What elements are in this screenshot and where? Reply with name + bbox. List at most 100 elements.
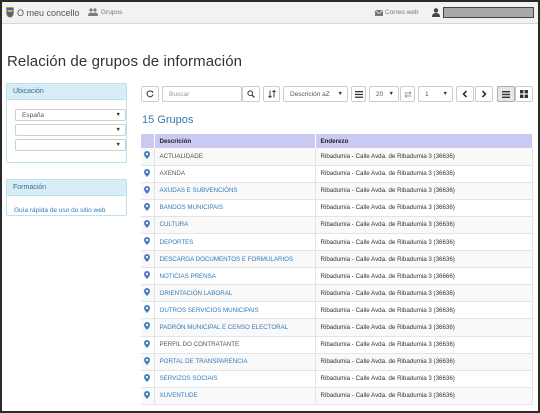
map-marker-icon bbox=[144, 339, 150, 348]
table-row[interactable]: PORTAL DE TRANSPARENCIA Ribadumia - Calle… bbox=[141, 353, 533, 371]
group-link[interactable]: PERFIL DO CONTRATANTE bbox=[160, 341, 240, 348]
user-icon[interactable] bbox=[432, 8, 440, 17]
search-button[interactable] bbox=[242, 86, 260, 102]
next-page-button[interactable] bbox=[475, 86, 493, 102]
grid-view-button[interactable] bbox=[515, 86, 533, 102]
webmail-link-label: Correo web bbox=[385, 9, 419, 16]
location-cell[interactable] bbox=[141, 267, 155, 286]
location-cell[interactable] bbox=[141, 165, 155, 183]
table-row[interactable]: ACTUALIDADE Ribadumia - Calle Avda. de Ri… bbox=[141, 148, 533, 166]
table-row[interactable]: SERVIZOS SOCIAIS Ribadumia - Calle Avda. … bbox=[141, 370, 533, 388]
page-number-value: 1 bbox=[425, 90, 429, 98]
location-cell[interactable] bbox=[141, 353, 155, 371]
map-marker-icon bbox=[144, 151, 150, 160]
table-header-row: Descrición Enderezo bbox=[141, 134, 533, 148]
country-select[interactable]: España ▼ bbox=[15, 109, 126, 121]
page-size-button[interactable] bbox=[351, 86, 366, 102]
group-link[interactable]: BANDOS MUNICIPAIS bbox=[160, 204, 224, 211]
address-cell: Ribadumia - Calle Avda. de Ribadumia 3 (… bbox=[315, 318, 533, 337]
table-row[interactable]: OUTROS SERVICIOS MUNICIPAIS Ribadumia - C… bbox=[141, 301, 533, 320]
sort-select[interactable]: Descrición aZ ▼ bbox=[283, 86, 348, 102]
list-view-button[interactable] bbox=[497, 86, 515, 102]
map-marker-icon bbox=[144, 288, 150, 297]
description-cell: CULTURA bbox=[154, 216, 316, 234]
location-cell[interactable] bbox=[141, 284, 155, 303]
group-link[interactable]: AXUDAS E SUBVENCIÓNS bbox=[160, 187, 238, 194]
address-cell: Ribadumia - Calle Avda. de Ribadumia 3 (… bbox=[315, 353, 533, 371]
group-link[interactable]: ACTUALIDADE bbox=[160, 153, 203, 160]
caret-down-icon: ▼ bbox=[115, 112, 121, 118]
group-link[interactable]: DEPORTES bbox=[160, 239, 194, 246]
brand-link[interactable]: O meu concello bbox=[6, 7, 80, 18]
grid-view-icon bbox=[520, 90, 528, 98]
location-cell[interactable] bbox=[141, 216, 155, 234]
column-header-description[interactable]: Descrición bbox=[154, 134, 316, 148]
go-to-page-button[interactable] bbox=[400, 86, 415, 102]
table-row[interactable]: AXENDA Ribadumia - Calle Avda. de Ribadum… bbox=[141, 165, 533, 183]
location-cell[interactable] bbox=[141, 370, 155, 388]
group-link[interactable]: ORIENTACIÓN LABORAL bbox=[160, 290, 233, 297]
group-link[interactable]: OUTROS SERVICIOS MUNICIPAIS bbox=[160, 307, 259, 314]
table-row[interactable]: XUVENTUDE Ribadumia - Calle Avda. de Riba… bbox=[141, 387, 533, 405]
table-row[interactable]: DESCARGA DOCUMENTOS E FORMULARIOS Ribadum… bbox=[141, 250, 533, 269]
municipality-select[interactable]: ▼ bbox=[15, 139, 126, 151]
groups-link[interactable]: Grupos bbox=[88, 8, 122, 16]
shield-logo-icon bbox=[6, 7, 14, 18]
table-row[interactable]: PERFIL DO CONTRATANTE Ribadumia - Calle A… bbox=[141, 336, 533, 354]
group-link[interactable]: PORTAL DE TRANSPARENCIA bbox=[160, 358, 248, 365]
group-link[interactable]: CULTURA bbox=[160, 221, 189, 228]
group-link[interactable]: AXENDA bbox=[160, 170, 185, 177]
caret-down-icon: ▼ bbox=[388, 91, 394, 97]
table-row[interactable]: PADRÓN MUNICIPAL E CENSO ELECTORAL Ribadu… bbox=[141, 318, 533, 337]
sort-direction-button[interactable] bbox=[263, 86, 280, 102]
location-cell[interactable] bbox=[141, 387, 155, 405]
refresh-button[interactable] bbox=[141, 86, 159, 102]
table-row[interactable]: CULTURA Ribadumia - Calle Avda. de Ribadu… bbox=[141, 216, 533, 234]
quick-guide-link[interactable]: Guía rápida de uso do sitio web bbox=[14, 207, 105, 214]
results-count: 15 Grupos bbox=[142, 114, 194, 126]
page-size-select[interactable]: 20 ▼ bbox=[369, 86, 399, 102]
browser-frame: O meu concello Grupos Correo web Relació… bbox=[0, 0, 540, 413]
column-header-address[interactable]: Enderezo bbox=[315, 134, 533, 148]
location-cell[interactable] bbox=[141, 318, 155, 337]
map-marker-icon bbox=[144, 390, 150, 399]
location-cell[interactable] bbox=[141, 199, 155, 217]
location-cell[interactable] bbox=[141, 182, 155, 200]
table-row[interactable]: NOTICIAS PRENSA Ribadumia - Calle Avda. d… bbox=[141, 267, 533, 286]
address-cell: Ribadumia - Calle Avda. de Ribadumia 3 (… bbox=[315, 250, 533, 269]
sort-select-value: Descrición aZ bbox=[290, 90, 330, 98]
country-select-value: España bbox=[22, 112, 45, 119]
location-cell[interactable] bbox=[141, 250, 155, 269]
group-link[interactable]: PADRÓN MUNICIPAL E CENSO ELECTORAL bbox=[160, 324, 289, 331]
province-select[interactable]: ▼ bbox=[15, 124, 126, 136]
table-body: ACTUALIDADE Ribadumia - Calle Avda. de Ri… bbox=[141, 148, 533, 405]
page-size-value: 20 bbox=[376, 90, 384, 98]
map-marker-icon bbox=[144, 168, 150, 177]
top-navbar: O meu concello Grupos Correo web bbox=[2, 2, 538, 24]
description-cell: PADRÓN MUNICIPAL E CENSO ELECTORAL bbox=[154, 318, 316, 337]
previous-page-button[interactable] bbox=[456, 86, 474, 102]
location-cell[interactable] bbox=[141, 148, 155, 166]
location-cell[interactable] bbox=[141, 336, 155, 354]
caret-down-icon: ▼ bbox=[337, 91, 343, 97]
user-name-field[interactable] bbox=[443, 7, 534, 18]
group-link[interactable]: DESCARGA DOCUMENTOS E FORMULARIOS bbox=[160, 256, 294, 263]
map-marker-icon bbox=[144, 202, 150, 211]
location-cell[interactable] bbox=[141, 301, 155, 320]
group-link[interactable]: XUVENTUDE bbox=[160, 392, 198, 399]
table-row[interactable]: AXUDAS E SUBVENCIÓNS Ribadumia - Calle Av… bbox=[141, 182, 533, 200]
search-input[interactable]: Buscar bbox=[162, 86, 242, 102]
address-cell: Ribadumia - Calle Avda. de Ribadumia 3 (… bbox=[315, 216, 533, 234]
address-cell: Ribadumia - Calle Avda. de Ribadumia 3 (… bbox=[315, 199, 533, 217]
page-number-select[interactable]: 1 ▼ bbox=[418, 86, 453, 102]
table-row[interactable]: ORIENTACIÓN LABORAL Ribadumia - Calle Avd… bbox=[141, 284, 533, 303]
table-row[interactable]: DEPORTES Ribadumia - Calle Avda. de Ribad… bbox=[141, 233, 533, 252]
table-row[interactable]: BANDOS MUNICIPAIS Ribadumia - Calle Avda.… bbox=[141, 199, 533, 217]
address-cell: Ribadumia - Calle Avda. de Ribadumia 3 (… bbox=[315, 165, 533, 183]
group-link[interactable]: SERVIZOS SOCIAIS bbox=[160, 375, 218, 382]
webmail-link[interactable]: Correo web bbox=[375, 9, 419, 16]
group-link[interactable]: NOTICIAS PRENSA bbox=[160, 273, 216, 280]
description-cell: AXUDAS E SUBVENCIÓNS bbox=[154, 182, 316, 200]
description-cell: NOTICIAS PRENSA bbox=[154, 267, 316, 286]
location-cell[interactable] bbox=[141, 233, 155, 252]
